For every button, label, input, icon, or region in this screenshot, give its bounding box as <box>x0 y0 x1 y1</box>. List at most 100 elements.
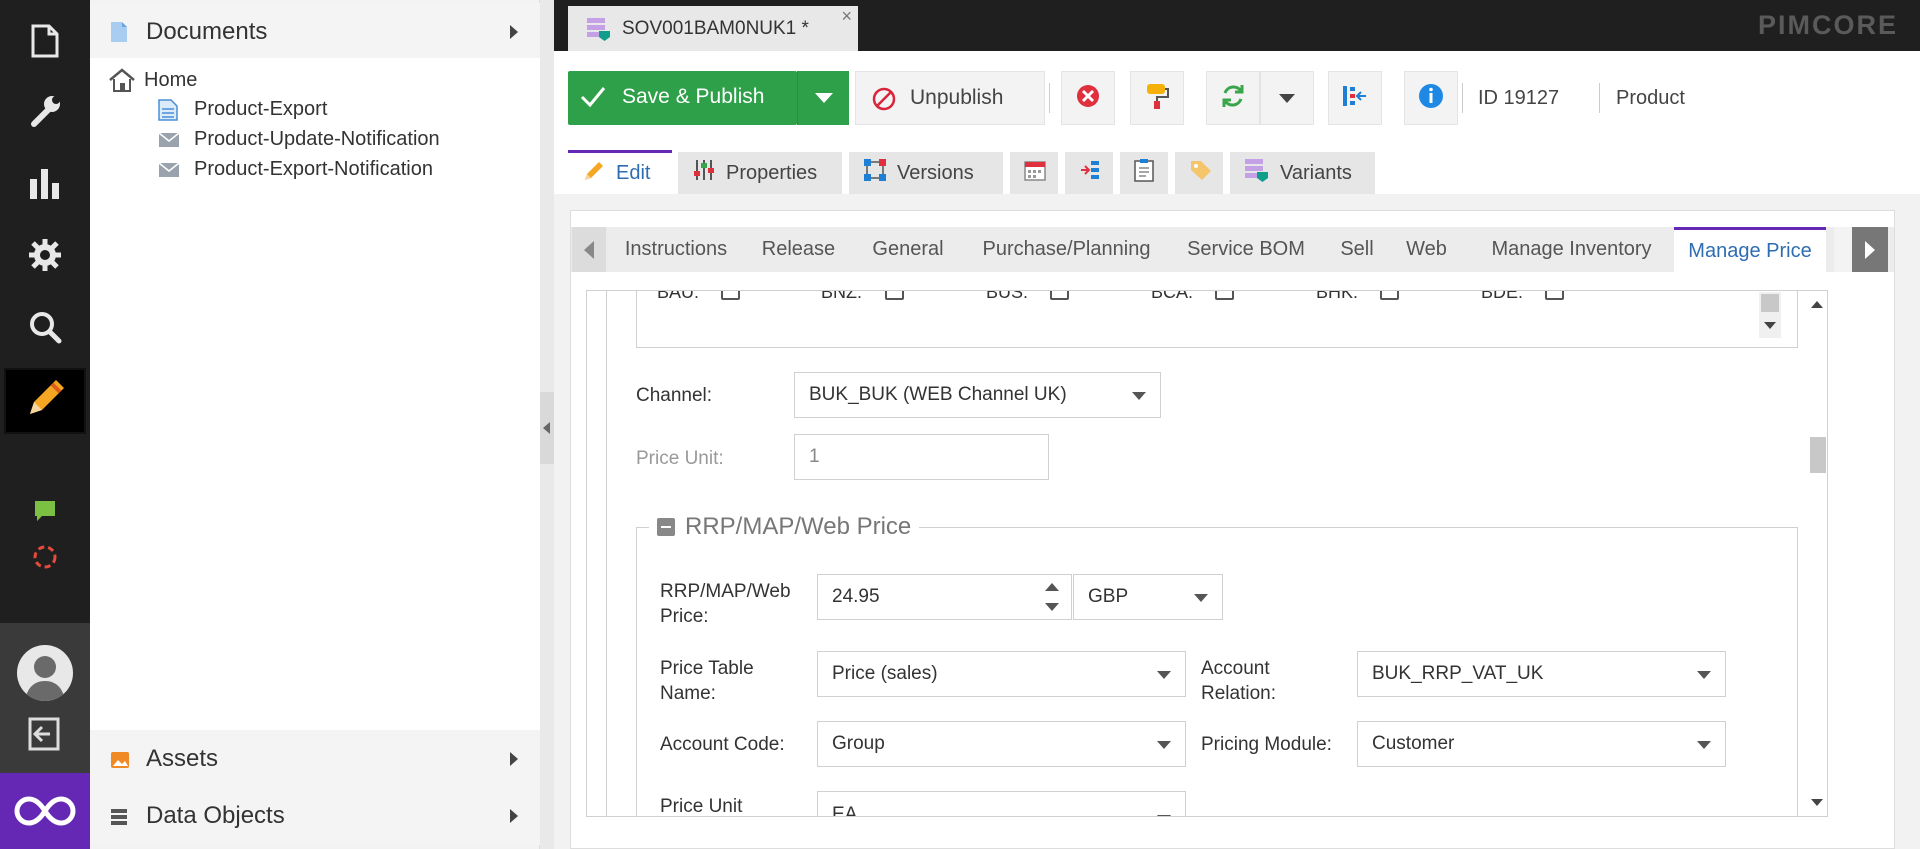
pricing-module-select[interactable]: Customer <box>1357 721 1726 767</box>
tab-dependencies[interactable] <box>1065 152 1113 194</box>
avatar[interactable] <box>17 645 73 701</box>
documents-panel-title: Documents <box>146 18 268 45</box>
info-button[interactable] <box>1404 71 1458 125</box>
checkbox-bca[interactable] <box>1215 291 1234 300</box>
currency-select[interactable]: GBP <box>1073 574 1223 620</box>
scroll-down-icon[interactable] <box>1811 799 1823 806</box>
data-objects-panel-header[interactable]: Data Objects <box>90 787 540 845</box>
collapse-arrow-icon[interactable] <box>543 422 550 434</box>
pencil-icon <box>582 159 606 189</box>
account-relation-select[interactable]: BUK_RRP_VAT_UK <box>1357 651 1726 697</box>
tree-node-product-export[interactable]: Product-Export <box>158 98 327 121</box>
delete-button[interactable] <box>1061 71 1115 125</box>
subtab-manage-price[interactable]: Manage Price <box>1674 227 1826 272</box>
tree-node-label: Home <box>144 68 198 91</box>
subtab-instructions[interactable]: Instructions <box>609 227 743 272</box>
price-unit-2-select[interactable]: EA <box>817 791 1186 817</box>
account-code-label: Account Code: <box>660 734 785 755</box>
price-table-select[interactable]: Price (sales) <box>817 651 1186 697</box>
tab-notes[interactable] <box>1120 152 1168 194</box>
checkbox-bau[interactable] <box>721 291 740 300</box>
scroll-thumb[interactable] <box>1810 437 1826 473</box>
tree-node-home[interactable]: Home <box>108 68 197 92</box>
unpublish-label: Unpublish <box>910 86 1004 109</box>
fieldset-legend: RRP/MAP/Web Price <box>649 511 920 543</box>
tab-edit[interactable]: Edit <box>568 150 672 194</box>
pimcore-logo-icon[interactable] <box>0 773 90 849</box>
panel-splitter[interactable] <box>540 0 554 849</box>
subtab-service-bom[interactable]: Service BOM <box>1173 227 1319 272</box>
checkbox-bus[interactable] <box>1050 291 1069 300</box>
chevron-down-icon <box>1697 671 1711 679</box>
paint-button[interactable] <box>1130 71 1184 125</box>
subtab-sell[interactable]: Sell <box>1327 227 1387 272</box>
tree-node-label: Product-Update-Notification <box>194 128 440 150</box>
subtab-web[interactable]: Web <box>1394 227 1459 272</box>
reports-icon[interactable] <box>22 160 68 206</box>
save-publish-button[interactable]: Save & Publish <box>568 71 797 125</box>
scroll-up-icon[interactable] <box>1811 301 1823 308</box>
rrp-price-input[interactable]: 24.95 <box>817 574 1072 620</box>
show-in-tree-button[interactable] <box>1328 71 1382 125</box>
unpublish-button[interactable]: Unpublish <box>855 71 1045 125</box>
account-code-value: Group <box>832 733 885 754</box>
expand-arrow-icon[interactable] <box>510 25 518 39</box>
close-tab-icon[interactable]: × <box>841 6 852 27</box>
edit-icon[interactable] <box>22 376 68 422</box>
chat-icon[interactable] <box>22 488 68 534</box>
search-icon[interactable] <box>22 304 68 350</box>
tools-icon[interactable] <box>22 88 68 134</box>
save-options-dropdown[interactable] <box>797 71 849 125</box>
tree-node-product-update-notification[interactable]: Product-Update-Notification <box>158 128 440 151</box>
settings-icon[interactable] <box>22 232 68 278</box>
reload-options-button[interactable] <box>1260 71 1314 125</box>
subtab-manage-inventory[interactable]: Manage Inventory <box>1474 227 1669 272</box>
document-tab-title: SOV001BAM0NUK1 * <box>622 18 809 39</box>
prohibited-icon <box>872 87 896 117</box>
stepper-up-icon[interactable] <box>1045 583 1059 591</box>
reload-button[interactable] <box>1206 71 1260 125</box>
subtab-general[interactable]: General <box>858 227 958 272</box>
tree-node-label: Product-Export <box>194 98 328 120</box>
pimcore-brand: PIMCORE <box>1757 10 1898 40</box>
checkbox-label: BCA: <box>1151 290 1194 302</box>
tab-tags[interactable] <box>1175 152 1223 194</box>
stepper-down-icon[interactable] <box>1045 603 1059 611</box>
collapse-section-icon[interactable] <box>657 518 675 536</box>
documents-icon[interactable] <box>22 18 68 64</box>
checkbox-bhk[interactable] <box>1380 291 1399 300</box>
data-objects-icon <box>110 805 130 827</box>
tab-schedule[interactable] <box>1010 152 1058 194</box>
sync-icon[interactable] <box>22 534 68 580</box>
documents-tree: Home Product-Export Product-Update-Notif… <box>90 58 540 730</box>
chevron-down-icon <box>814 93 833 103</box>
channel-select[interactable]: BUK_BUK (WEB Channel UK) <box>794 372 1161 418</box>
rrp-price-value: 24.95 <box>832 586 880 607</box>
tab-properties[interactable]: Properties <box>678 152 842 194</box>
editor-tab-bar: SOV001BAM0NUK1 * × PIMCORE <box>554 0 1920 52</box>
assets-panel-header[interactable]: Assets <box>90 730 540 788</box>
scroll-tabs-right-button[interactable] <box>1852 227 1888 272</box>
expand-arrow-icon[interactable] <box>510 752 518 766</box>
scroll-tabs-left-button[interactable] <box>572 227 606 272</box>
form-area: BAU: BNZ: BUS: BCA: BHK: BDE: Channel: B… <box>586 290 1828 817</box>
account-code-select[interactable]: Group <box>817 721 1186 767</box>
checkbox-bnz[interactable] <box>885 291 904 300</box>
document-tab[interactable]: SOV001BAM0NUK1 * × <box>568 6 858 52</box>
tab-label: Variants <box>1280 161 1352 184</box>
fieldset-title: RRP/MAP/Web Price <box>685 513 912 540</box>
channel-value: BUK_BUK (WEB Channel UK) <box>809 384 1067 405</box>
form-scrollbar[interactable] <box>1807 291 1827 817</box>
expand-arrow-icon[interactable] <box>510 809 518 823</box>
data-objects-panel-title: Data Objects <box>146 802 285 829</box>
account-relation-label-line1: Account <box>1201 658 1270 679</box>
inner-scrollbar[interactable] <box>1759 292 1781 338</box>
subtab-purchase-planning[interactable]: Purchase/Planning <box>966 227 1167 272</box>
subtab-release[interactable]: Release <box>752 227 845 272</box>
logout-icon[interactable] <box>26 715 64 758</box>
tab-versions[interactable]: Versions <box>849 152 1003 194</box>
documents-panel-header[interactable]: Documents <box>90 3 540 61</box>
tree-node-product-export-notification[interactable]: Product-Export-Notification <box>158 158 433 181</box>
checkbox-bde[interactable] <box>1545 291 1564 300</box>
tab-variants[interactable]: Variants <box>1230 152 1375 194</box>
